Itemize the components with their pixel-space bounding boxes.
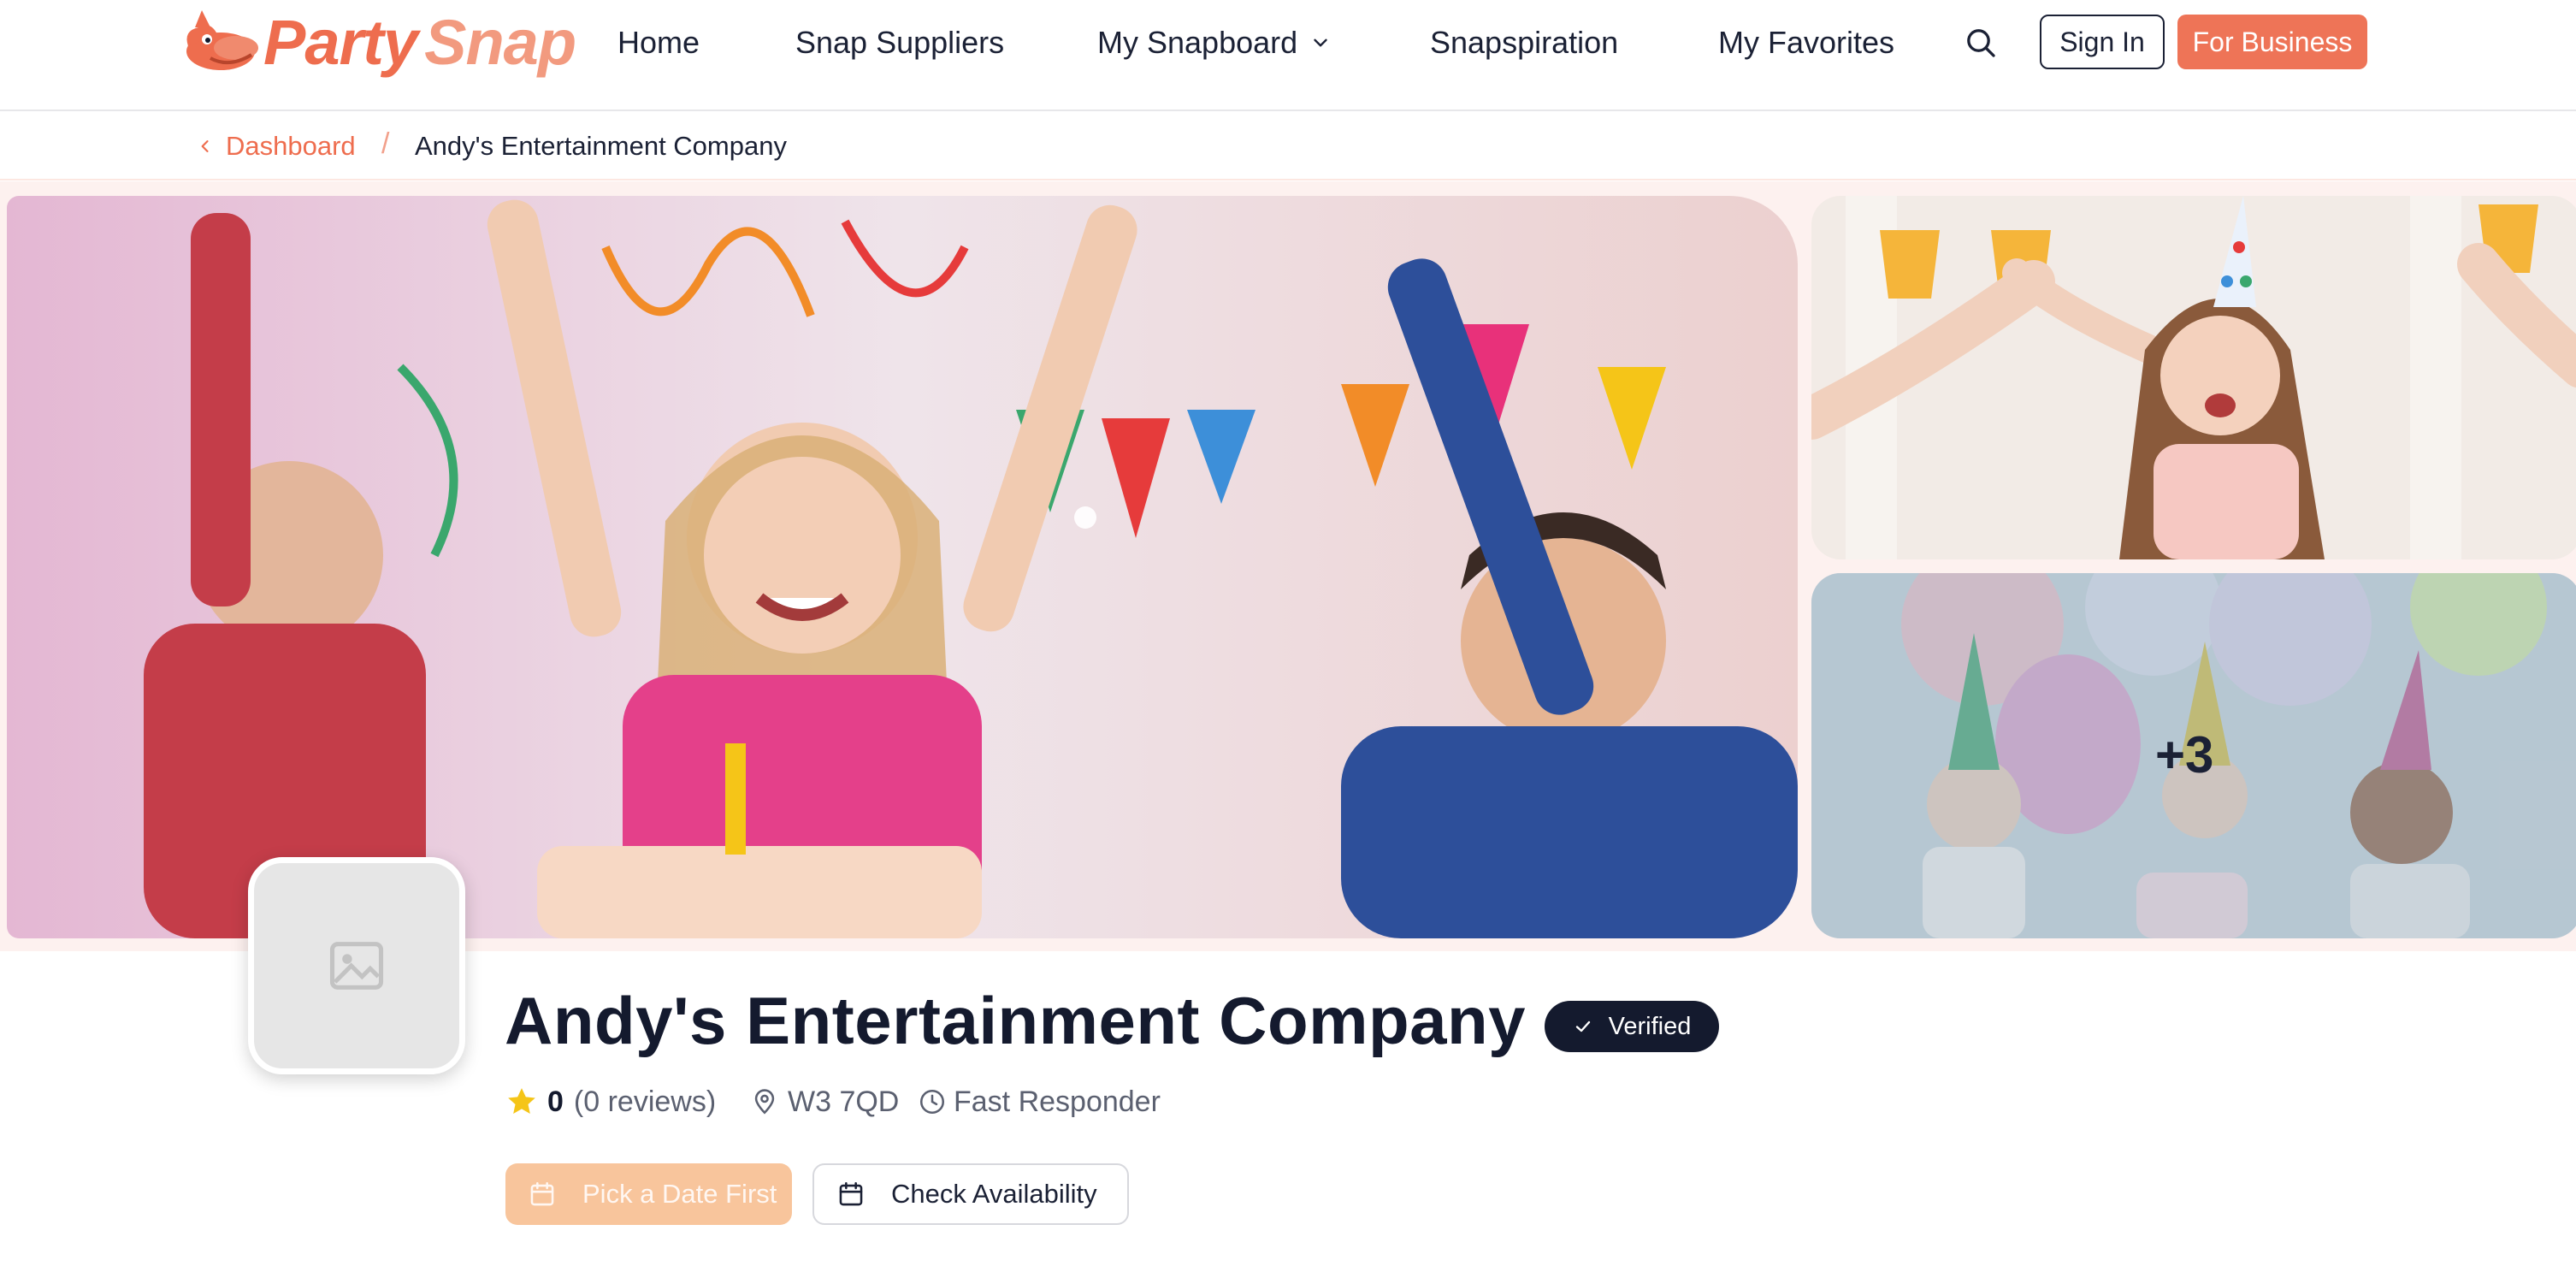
for-business-button[interactable]: For Business: [2177, 15, 2367, 69]
breadcrumb-current: Andy's Entertainment Company: [415, 131, 787, 161]
breadcrumb-separator: /: [381, 127, 390, 160]
calendar-icon: [530, 1181, 554, 1206]
responder-label: Fast Responder: [954, 1085, 1161, 1118]
search-icon[interactable]: [1964, 26, 1998, 60]
nav-home[interactable]: Home: [617, 19, 700, 67]
map-pin-icon: [754, 1089, 775, 1115]
party-snap-logo[interactable]: Party Snap: [176, 5, 576, 79]
logo-word-party: Party: [263, 6, 418, 78]
breadcrumb-dashboard-link[interactable]: Dashboard: [197, 131, 356, 162]
nav-my-snapboard-label: My Snapboard: [1097, 25, 1298, 60]
rating-score: 0: [547, 1085, 564, 1118]
calendar-icon: [839, 1181, 863, 1206]
chevron-down-icon: [1314, 38, 1327, 47]
breadcrumb: Dashboard / Andy's Entertainment Company: [0, 112, 2576, 180]
logo-mascot-icon: [186, 10, 258, 70]
verified-badge: Verified: [1545, 1001, 1719, 1052]
responder-info: Fast Responder: [918, 1081, 1161, 1122]
pick-a-date-button[interactable]: Pick a Date First: [505, 1163, 792, 1225]
logo-word-snap: Snap: [424, 6, 576, 78]
location-postcode: W3 7QD: [788, 1085, 900, 1118]
more-photos-count[interactable]: +3: [2155, 725, 2213, 784]
pick-a-date-label: Pick a Date First: [582, 1179, 777, 1209]
rating-summary[interactable]: 0 (0 reviews): [505, 1081, 716, 1122]
check-availability-button[interactable]: Check Availability: [812, 1163, 1129, 1225]
breadcrumb-dashboard-label: Dashboard: [226, 131, 356, 161]
chevron-left-icon: [201, 140, 209, 152]
image-placeholder-icon: [329, 942, 384, 990]
nav-my-favorites[interactable]: My Favorites: [1718, 19, 1894, 67]
nav-snapspiration[interactable]: Snapspiration: [1430, 19, 1618, 67]
gallery-photo-2[interactable]: [1811, 196, 2576, 559]
reviews-count: (0 reviews): [573, 1085, 717, 1118]
gallery-main-photo[interactable]: [7, 196, 1798, 938]
nav-snap-suppliers[interactable]: Snap Suppliers: [795, 19, 1004, 67]
location-info: W3 7QD: [750, 1081, 899, 1122]
sign-in-button[interactable]: Sign In: [2040, 15, 2165, 69]
check-icon: [1575, 1020, 1590, 1032]
company-name-heading: Andy's Entertainment Company: [505, 983, 1527, 1058]
clock-icon: [919, 1089, 945, 1115]
verified-label: Verified: [1608, 1012, 1692, 1040]
star-icon: [508, 1088, 535, 1114]
check-availability-label: Check Availability: [891, 1179, 1097, 1209]
site-header: Party Snap Home Snap Suppliers My Snapboa…: [0, 0, 2576, 111]
nav-my-snapboard[interactable]: My Snapboard: [1097, 19, 1332, 67]
company-avatar: [248, 857, 465, 1074]
carousel-dot[interactable]: [1074, 506, 1096, 529]
